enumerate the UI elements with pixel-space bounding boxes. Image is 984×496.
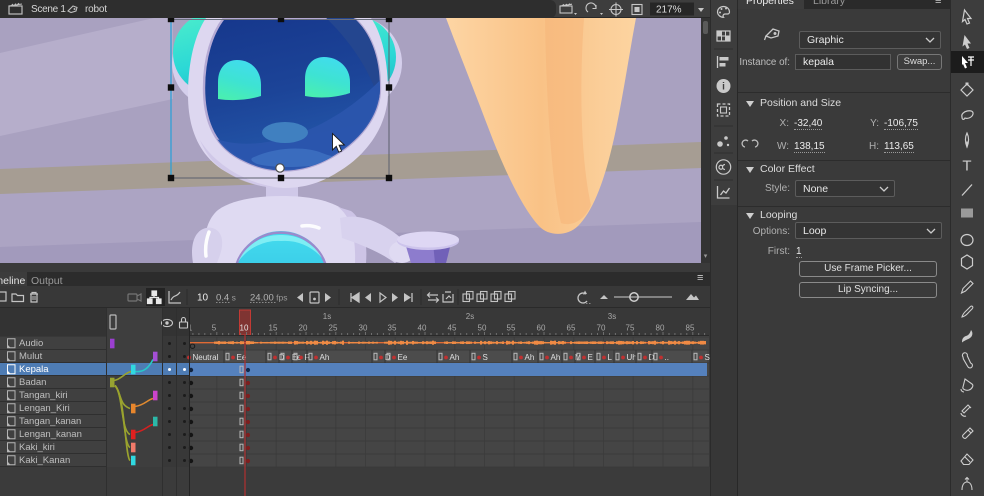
svg-text:65: 65 bbox=[567, 324, 576, 333]
svg-text:L: L bbox=[608, 353, 613, 362]
svg-text:1s: 1s bbox=[323, 312, 331, 321]
svg-text:Ah: Ah bbox=[551, 353, 561, 362]
svg-text:0.4 s: 0.4 s bbox=[216, 293, 236, 304]
svg-text:24.00 fps: 24.00 fps bbox=[250, 293, 287, 304]
svg-text:Ah: Ah bbox=[525, 353, 535, 362]
svg-text:75: 75 bbox=[626, 324, 635, 333]
svg-text:2s: 2s bbox=[466, 312, 474, 321]
svg-text:E: E bbox=[588, 353, 593, 362]
svg-text:35: 35 bbox=[388, 324, 397, 333]
svg-text:5: 5 bbox=[212, 324, 217, 333]
svg-text:Ah: Ah bbox=[320, 353, 330, 362]
svg-text:55: 55 bbox=[507, 324, 516, 333]
svg-text:80: 80 bbox=[656, 324, 665, 333]
svg-text:25: 25 bbox=[329, 324, 338, 333]
svg-text:3s: 3s bbox=[608, 312, 616, 321]
svg-text:Neutral: Neutral bbox=[193, 353, 219, 362]
svg-text:70: 70 bbox=[597, 324, 606, 333]
svg-text:Uh: Uh bbox=[627, 353, 637, 362]
svg-text:217%: 217% bbox=[656, 5, 682, 16]
svg-text:Ee: Ee bbox=[398, 353, 408, 362]
svg-text:i: i bbox=[722, 81, 725, 92]
svg-text:S: S bbox=[483, 353, 488, 362]
svg-text:30: 30 bbox=[359, 324, 368, 333]
svg-text:10: 10 bbox=[197, 293, 209, 304]
svg-text:..: .. bbox=[665, 353, 669, 362]
svg-text:60: 60 bbox=[537, 324, 546, 333]
svg-text:45: 45 bbox=[448, 324, 457, 333]
svg-text:Ah: Ah bbox=[450, 353, 460, 362]
svg-text:85: 85 bbox=[686, 324, 695, 333]
svg-text:10: 10 bbox=[240, 324, 249, 333]
svg-text:50: 50 bbox=[478, 324, 487, 333]
svg-text:15: 15 bbox=[269, 324, 278, 333]
svg-text:40: 40 bbox=[418, 324, 427, 333]
svg-text:T: T bbox=[962, 158, 971, 175]
svg-text:20: 20 bbox=[299, 324, 308, 333]
